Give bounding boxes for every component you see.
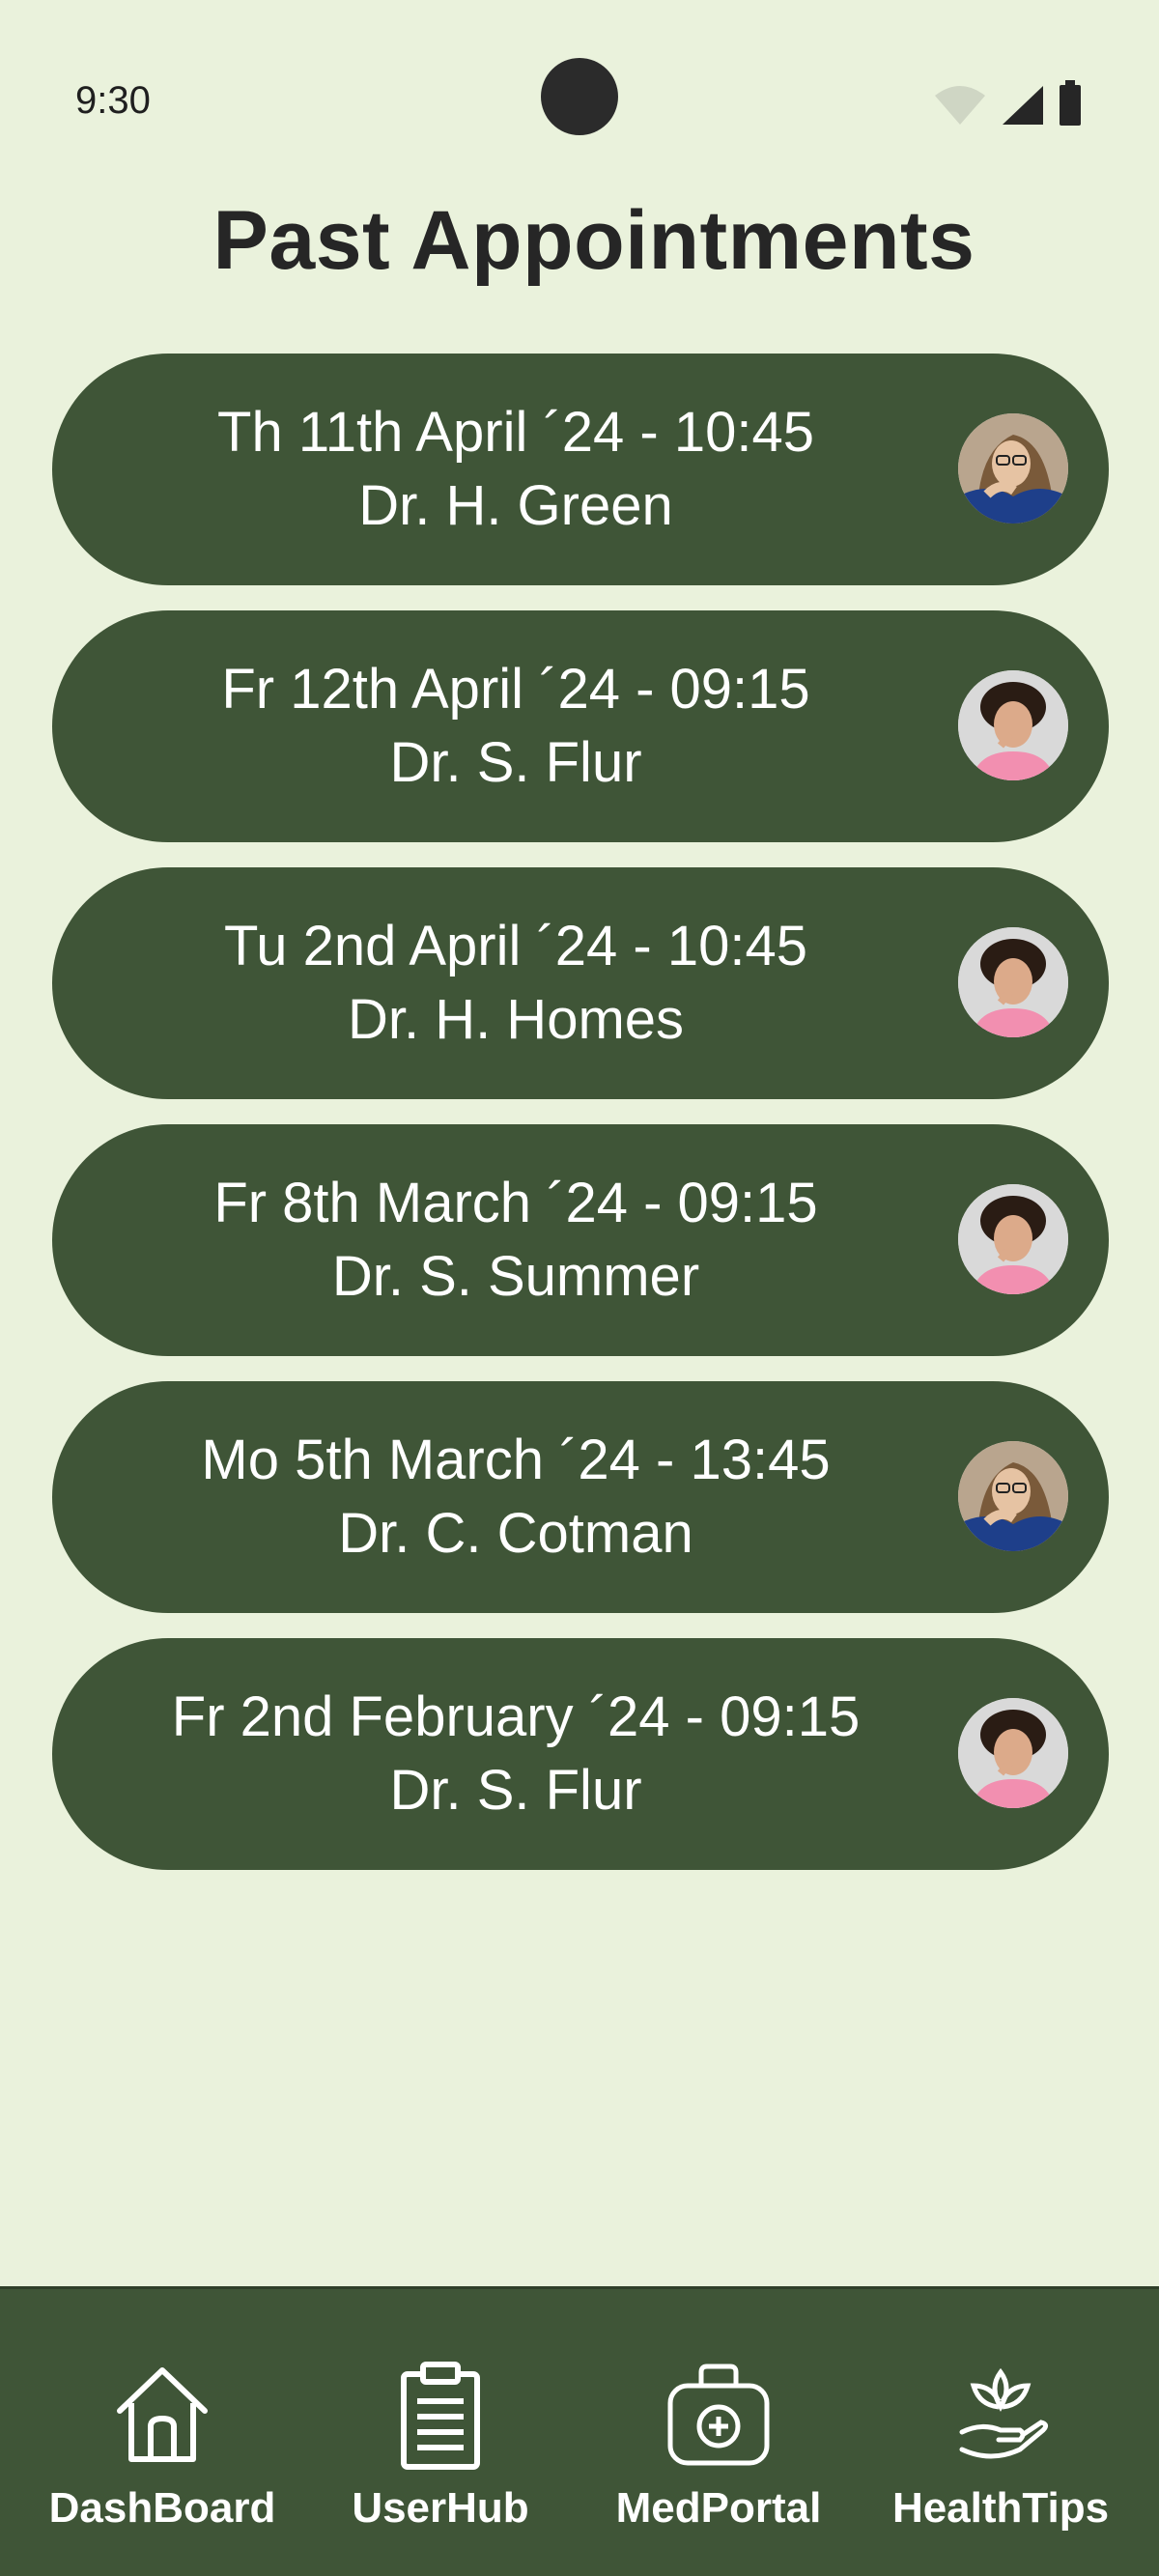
home-icon xyxy=(104,2357,220,2473)
avatar-glasses-icon xyxy=(958,1441,1068,1551)
avatar-glasses-icon xyxy=(958,413,1068,524)
signal-icon xyxy=(1001,84,1045,131)
appointment-date: Fr 12th April ´24 - 09:15 xyxy=(221,658,810,721)
appointment-doctor: Dr. C. Cotman xyxy=(338,1502,693,1565)
appointment-doctor: Dr. S. Flur xyxy=(389,1759,642,1822)
appointment-card[interactable]: Fr 12th April ´24 - 09:15 Dr. S. Flur xyxy=(52,610,1109,842)
appointment-text: Th 11th April ´24 - 10:45 Dr. H. Green xyxy=(52,354,979,585)
medkit-icon xyxy=(661,2357,777,2473)
page-title: Past Appointments xyxy=(212,194,975,287)
appointment-card[interactable]: Fr 2nd February ´24 - 09:15 Dr. S. Flur xyxy=(52,1638,1109,1870)
nav-label: DashBoard xyxy=(48,2484,276,2532)
appointment-card[interactable]: Mo 5th March ´24 - 13:45 Dr. C. Cotman xyxy=(52,1381,1109,1613)
status-bar: 9:30 xyxy=(0,0,1159,193)
appointment-date: Tu 2nd April ´24 - 10:45 xyxy=(224,915,807,977)
battery-icon xyxy=(1059,80,1082,131)
status-time: 9:30 xyxy=(75,79,151,122)
nav-item-medportal[interactable]: MedPortal xyxy=(574,2289,863,2576)
appointment-date: Mo 5th March ´24 - 13:45 xyxy=(201,1429,831,1491)
nav-item-dashboard[interactable]: DashBoard xyxy=(17,2289,307,2576)
appointment-doctor: Dr. H. Homes xyxy=(347,988,685,1051)
avatar-curly-icon xyxy=(958,670,1068,780)
avatar-curly-icon xyxy=(958,1698,1068,1808)
appointment-doctor: Dr. S. Summer xyxy=(331,1245,700,1308)
clipboard-icon xyxy=(382,2357,498,2473)
appointment-card[interactable]: Fr 8th March ´24 - 09:15 Dr. S. Summer xyxy=(52,1124,1109,1356)
appointment-date: Fr 8th March ´24 - 09:15 xyxy=(213,1172,818,1234)
appointment-text: Fr 12th April ´24 - 09:15 Dr. S. Flur xyxy=(52,610,979,842)
appointment-text: Tu 2nd April ´24 - 10:45 Dr. H. Homes xyxy=(52,867,979,1099)
past-appointments-screen: 9:30 Past Appointments Th 11th April ´24… xyxy=(0,0,1159,2576)
avatar-curly-icon xyxy=(958,927,1068,1037)
nav-label: HealthTips xyxy=(891,2484,1110,2532)
appointment-text: Mo 5th March ´24 - 13:45 Dr. C. Cotman xyxy=(52,1381,979,1613)
nav-item-userhub[interactable]: UserHub xyxy=(296,2289,585,2576)
camera-cutout xyxy=(541,58,618,135)
nav-label: MedPortal xyxy=(615,2484,822,2532)
lotus-hand-icon xyxy=(943,2357,1059,2473)
bottom-nav: DashBoard UserHub MedPortal HealthTips xyxy=(0,2286,1159,2576)
appointment-doctor: Dr. S. Flur xyxy=(389,731,642,794)
appointment-date: Th 11th April ´24 - 10:45 xyxy=(217,401,814,464)
appointment-card[interactable]: Tu 2nd April ´24 - 10:45 Dr. H. Homes xyxy=(52,867,1109,1099)
appointment-text: Fr 8th March ´24 - 09:15 Dr. S. Summer xyxy=(52,1124,979,1356)
appointment-doctor: Dr. H. Green xyxy=(358,474,673,537)
nav-item-healthtips[interactable]: HealthTips xyxy=(856,2289,1145,2576)
appointment-date: Fr 2nd February ´24 - 09:15 xyxy=(171,1685,861,1748)
nav-label: UserHub xyxy=(352,2484,529,2532)
appointment-text: Fr 2nd February ´24 - 09:15 Dr. S. Flur xyxy=(52,1638,979,1870)
appointment-card[interactable]: Th 11th April ´24 - 10:45 Dr. H. Green xyxy=(52,354,1109,585)
wifi-icon xyxy=(933,84,987,131)
avatar-curly-icon xyxy=(958,1184,1068,1294)
status-icons xyxy=(933,80,1082,131)
